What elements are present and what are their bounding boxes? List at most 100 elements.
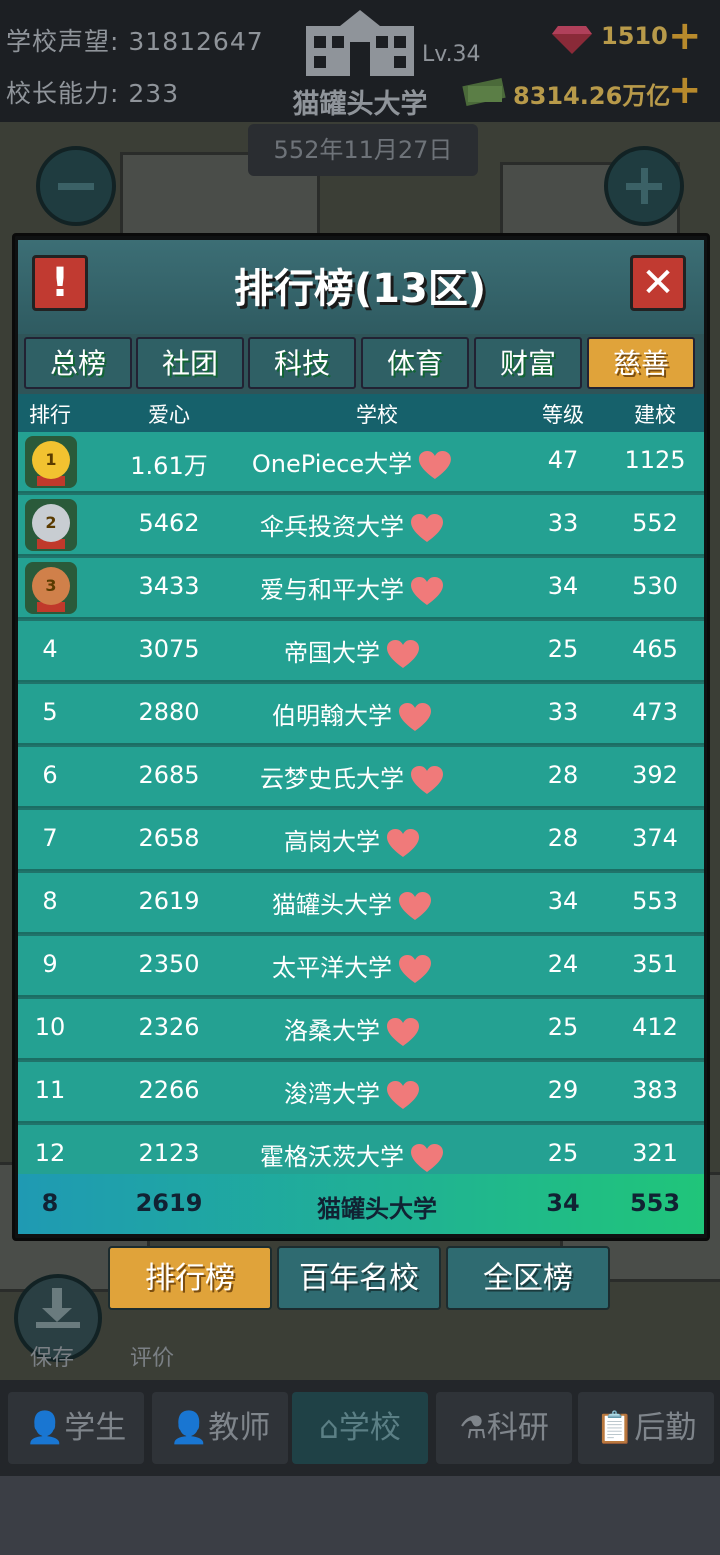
nav-school[interactable]: ⌂学校 (292, 1392, 428, 1464)
rank-value: 2 (32, 504, 70, 542)
school-cell: 高岗大学 (284, 822, 420, 858)
add-gems-icon[interactable]: + (668, 16, 702, 56)
nav-logistics[interactable]: 📋后勤 (578, 1392, 714, 1464)
school-name-value: 伯明翰大学 (272, 702, 392, 730)
table-row[interactable]: 3 3433 爱与和平大学 34 530 (18, 558, 704, 619)
reputation-stat: 学校声望: 31812647 (6, 22, 264, 58)
gem-count: 1510 (601, 22, 668, 50)
flask-icon: ⚗ (459, 1410, 487, 1446)
founded-value: 321 (632, 1139, 678, 1167)
close-icon: ✕ (641, 260, 675, 306)
school-cell: 云梦史氏大学 (260, 759, 444, 795)
rank-value: 9 (42, 950, 58, 978)
minus-icon (58, 183, 94, 190)
tab-centennial-schools[interactable]: 百年名校 (277, 1246, 441, 1310)
add-money-icon[interactable]: + (668, 70, 702, 110)
school-cell: 猫罐头大学 (272, 885, 432, 921)
table-row[interactable]: 9 2350 太平洋大学 24 351 (18, 936, 704, 997)
level-value: 47 (547, 446, 579, 474)
col-rank: 排行 (29, 403, 71, 427)
school-cell: 太平洋大学 (272, 948, 432, 984)
tab-leaderboard[interactable]: 排行榜 (108, 1246, 272, 1310)
school-level: Lv.34 (422, 42, 481, 67)
nav-teachers-label: 教师 (208, 1410, 271, 1446)
heart-icon (419, 451, 452, 479)
founded-value: 465 (632, 635, 678, 663)
nav-students[interactable]: 👤学生 (8, 1392, 144, 1464)
ability-value: 233 (128, 79, 180, 108)
school-cell: 霍格沃茨大学 (260, 1137, 444, 1173)
school-cell: 浚湾大学 (284, 1074, 420, 1110)
ability-stat: 校长能力: 233 (6, 74, 179, 110)
nav-research[interactable]: ⚗科研 (436, 1392, 572, 1464)
table-row[interactable]: 12 2123 霍格沃茨大学 25 321 (18, 1125, 704, 1174)
love-value: 2266 (138, 1076, 200, 1104)
zoom-out-button[interactable] (36, 146, 116, 226)
heart-icon (387, 829, 419, 857)
level-value: 25 (547, 1013, 579, 1041)
school-name-value: 洛桑大学 (284, 1017, 380, 1045)
heart-icon (399, 955, 431, 983)
table-row[interactable]: 5 2880 伯明翰大学 33 473 (18, 684, 704, 745)
ability-label: 校长能力: (6, 79, 120, 108)
founded-value: 374 (632, 824, 678, 852)
heart-icon (387, 1081, 419, 1109)
table-row[interactable]: 4 3075 帝国大学 25 465 (18, 621, 704, 682)
close-button[interactable]: ✕ (630, 255, 686, 311)
tab-charity[interactable]: 慈善 (587, 337, 695, 389)
founded-value: 392 (632, 761, 678, 789)
school-name-value: 爱与和平大学 (260, 576, 404, 604)
tab-technology[interactable]: 科技 (248, 337, 356, 389)
table-row[interactable]: 1 1.61万 OnePiece大学 47 1125 (18, 432, 704, 493)
school-name-value: 高岗大学 (284, 828, 380, 856)
rank-value: 7 (42, 824, 58, 852)
table-row[interactable]: 8 2619 猫罐头大学 34 553 (18, 873, 704, 934)
table-row[interactable]: 7 2658 高岗大学 28 374 (18, 810, 704, 871)
my-rank-row: 8 2619 猫罐头大学 34 553 (18, 1174, 704, 1234)
school-name-value: 霍格沃茨大学 (260, 1143, 404, 1171)
rank-value: 1 (32, 441, 70, 479)
nav-students-label: 学生 (64, 1410, 127, 1446)
founded-value: 473 (632, 698, 678, 726)
tab-sports[interactable]: 体育 (361, 337, 469, 389)
love-value: 2123 (138, 1139, 200, 1167)
reputation-label: 学校声望: (6, 27, 120, 56)
school-name-value: OnePiece大学 (251, 450, 413, 478)
panel-title: 排行榜(13区) (233, 266, 487, 312)
zoom-in-button[interactable] (604, 146, 684, 226)
table-row[interactable]: 2 5462 伞兵投资大学 33 552 (18, 495, 704, 556)
rank-value: 6 (42, 761, 58, 789)
medal-icon: 1 (25, 436, 77, 488)
school-name-value: 浚湾大学 (284, 1080, 380, 1108)
school-building-icon (306, 10, 414, 76)
table-row[interactable]: 6 2685 云梦史氏大学 28 392 (18, 747, 704, 808)
love-value: 2619 (138, 887, 200, 915)
school-name-value: 猫罐头大学 (272, 891, 392, 919)
medal-icon: 3 (25, 562, 77, 614)
love-value: 2658 (138, 824, 200, 852)
rank-value: 10 (34, 1013, 66, 1041)
school-name-value: 帝国大学 (284, 639, 380, 667)
table-row[interactable]: 10 2326 洛桑大学 25 412 (18, 999, 704, 1060)
tab-overall[interactable]: 总榜 (24, 337, 132, 389)
school-cell: 爱与和平大学 (260, 570, 444, 606)
love-value: 2685 (138, 761, 200, 789)
rate-label: 评价 (130, 1346, 175, 1371)
ranking-list[interactable]: 1 1.61万 OnePiece大学 47 1125 2 5462 伞兵投资大学 33 552 3 3… (18, 432, 704, 1174)
table-row[interactable]: 11 2266 浚湾大学 29 383 (18, 1062, 704, 1123)
nav-teachers[interactable]: 👤教师 (152, 1392, 288, 1464)
clipboard-icon: 📋 (595, 1410, 635, 1446)
teacher-icon: 👤 (169, 1410, 209, 1446)
alert-button[interactable]: ! (32, 255, 88, 311)
heart-icon (399, 703, 431, 731)
system-bar (0, 1476, 720, 1555)
tab-clubs[interactable]: 社团 (136, 337, 244, 389)
student-icon: 👤 (25, 1410, 65, 1446)
level-value: 25 (547, 635, 579, 663)
tab-all-server[interactable]: 全区榜 (446, 1246, 610, 1310)
founded-value: 351 (632, 950, 678, 978)
school-cell: 洛桑大学 (284, 1011, 420, 1047)
tab-wealth[interactable]: 财富 (474, 337, 582, 389)
founded-value: 553 (632, 887, 678, 915)
founded-value: 383 (632, 1076, 678, 1104)
